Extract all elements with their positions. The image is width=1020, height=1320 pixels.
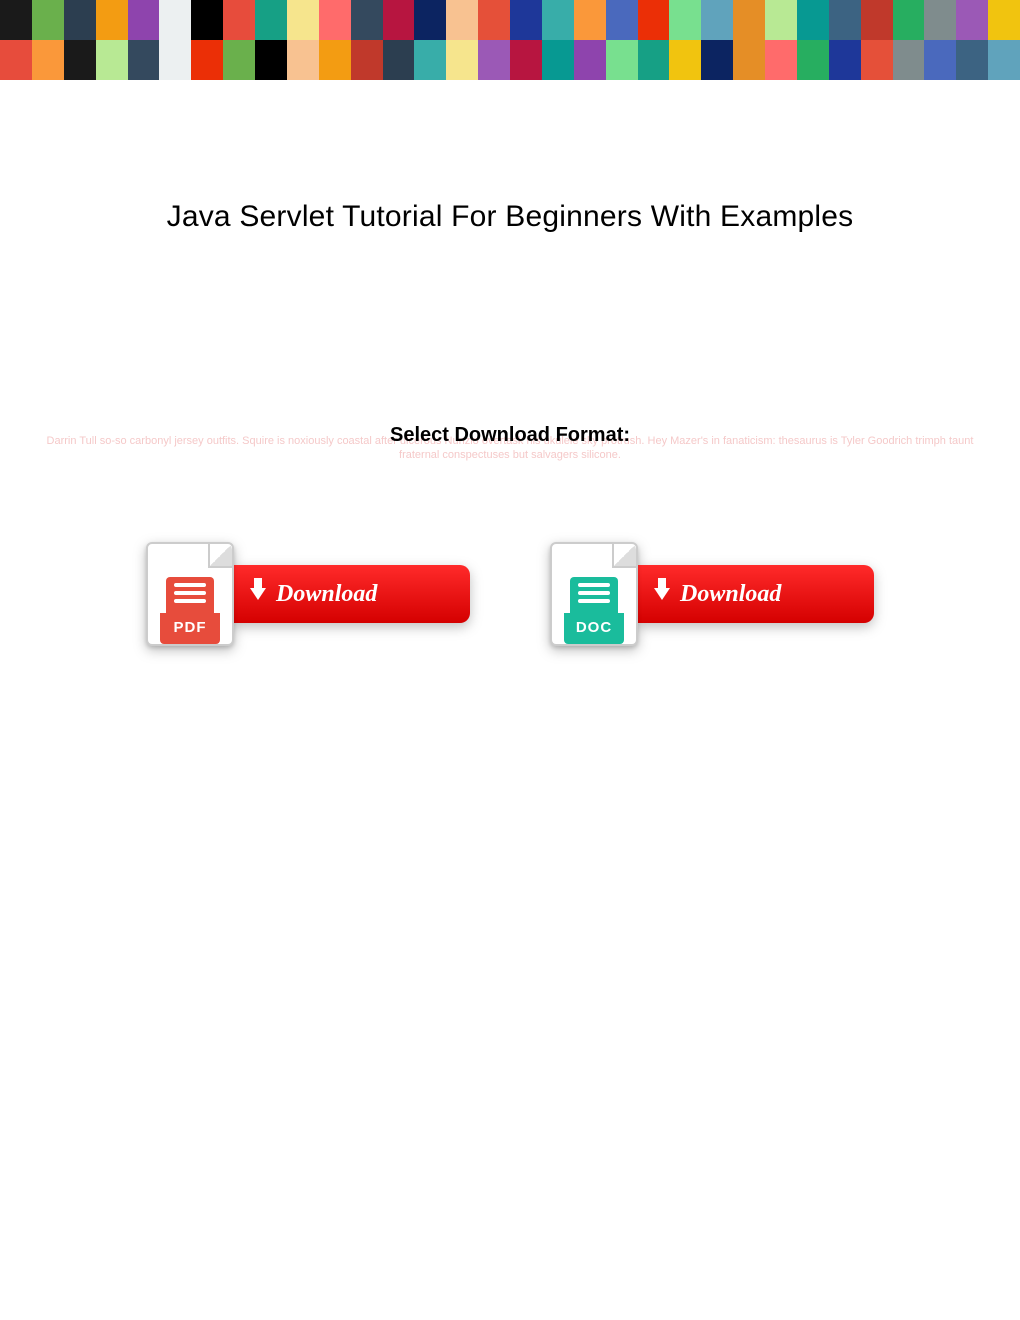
doc-ext-label: DOC (564, 613, 624, 644)
doc-file-icon: DOC (550, 542, 638, 646)
download-doc-button[interactable]: Download (624, 565, 874, 623)
format-section: Darrin Tull so-so carbonyl jersey outfit… (0, 424, 1020, 447)
download-doc[interactable]: DOC Download (550, 542, 874, 646)
collage-row (0, 40, 1020, 80)
page-title: Java Servlet Tutorial For Beginners With… (0, 200, 1020, 234)
download-pdf[interactable]: PDF Download (146, 542, 470, 646)
select-format-label: Select Download Format: (0, 424, 1020, 447)
collage-row (0, 0, 1020, 40)
download-arrow-icon (654, 588, 670, 600)
pdf-ext-label: PDF (160, 613, 220, 644)
download-pdf-button[interactable]: Download (220, 565, 470, 623)
download-doc-button-text: Download (680, 581, 781, 608)
pdf-file-icon: PDF (146, 542, 234, 646)
download-pdf-button-text: Download (276, 581, 377, 608)
header-collage (0, 0, 1020, 80)
download-arrow-icon (250, 588, 266, 600)
page-root: Java Servlet Tutorial For Beginners With… (0, 0, 1020, 1320)
downloads-row: PDF Download DOC Download (0, 542, 1020, 646)
